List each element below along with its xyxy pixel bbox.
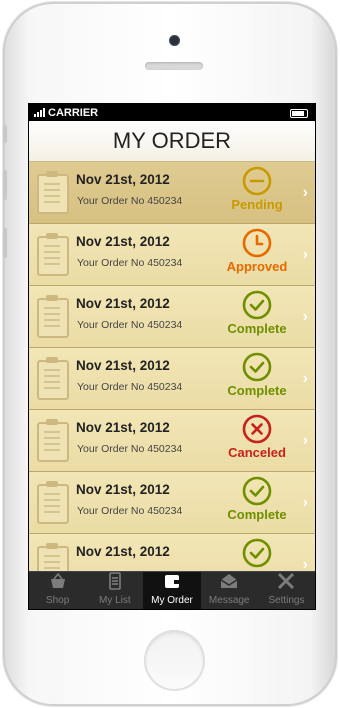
- clipboard-icon: [37, 233, 69, 276]
- document-icon: [105, 572, 125, 595]
- chevron-right-icon: ›: [302, 432, 308, 449]
- basket-icon: [48, 572, 68, 595]
- status-label: Pending: [231, 197, 283, 212]
- clock-icon: [221, 228, 293, 258]
- minus-circle-icon: [221, 166, 293, 196]
- check-circle-icon: [221, 290, 293, 320]
- tab-label: My List: [98, 595, 131, 606]
- order-status: [221, 538, 293, 573]
- chevron-right-icon: ›: [302, 494, 308, 511]
- order-status: Canceled: [221, 414, 293, 468]
- order-row[interactable]: Nov 21st, 2012 Your Order No 450234 Cancel…: [29, 410, 315, 472]
- volume-up-button: [3, 170, 7, 200]
- order-row[interactable]: Nov 21st, 2012 Your Order No 450234 Comple…: [29, 286, 315, 348]
- status-bar: CARRIER: [29, 104, 315, 121]
- page-title-bar: MY ORDER: [29, 121, 315, 162]
- order-date: Nov 21st, 2012: [76, 482, 170, 497]
- check-circle-icon: [221, 476, 293, 506]
- clipboard-icon: [37, 543, 69, 573]
- tab-shop[interactable]: Shop: [29, 572, 86, 609]
- order-row[interactable]: Nov 21st, 2012 Your Order No 450234 Pendin…: [29, 162, 315, 224]
- clipboard-icon: [37, 295, 69, 338]
- order-number: Your Order No 450234: [77, 257, 183, 269]
- tab-label: Message: [208, 595, 250, 606]
- chevron-right-icon: ›: [302, 184, 308, 201]
- order-status: Pending: [221, 166, 293, 220]
- tab-settings[interactable]: Settings: [258, 572, 315, 609]
- tab-my-order[interactable]: My Order: [143, 572, 201, 609]
- order-row[interactable]: Nov 21st, 2012 ›: [29, 534, 315, 573]
- order-status: Complete: [221, 290, 293, 344]
- check-circle-icon: [221, 352, 293, 382]
- order-number: Your Order No 450234: [77, 319, 183, 331]
- x-circle-icon: [221, 414, 293, 444]
- tab-bar: Shop My List My Order Message Settings: [29, 571, 315, 609]
- tab-label: Shop: [45, 595, 70, 606]
- tab-message[interactable]: Message: [201, 572, 258, 609]
- mute-switch: [3, 125, 7, 143]
- status-label: Canceled: [228, 445, 286, 460]
- order-status: Complete: [221, 476, 293, 530]
- order-date: Nov 21st, 2012: [76, 544, 170, 559]
- volume-down-button: [3, 228, 7, 258]
- carrier-label: CARRIER: [48, 106, 99, 119]
- status-label: Complete: [227, 321, 287, 336]
- envelope-icon: [219, 572, 239, 595]
- tools-icon: [276, 572, 296, 595]
- chevron-right-icon: ›: [302, 370, 308, 387]
- order-number: Your Order No 450234: [77, 443, 183, 455]
- order-row[interactable]: Nov 21st, 2012 Your Order No 450234 Comple…: [29, 348, 315, 410]
- battery-icon: [290, 109, 308, 118]
- app-screen: CARRIER MY ORDER Nov 21st, 2012 Your Orde…: [28, 103, 316, 610]
- earpiece-speaker: [145, 62, 203, 70]
- order-status: Approved: [221, 228, 293, 282]
- clipboard-icon: [37, 171, 69, 214]
- home-button[interactable]: [144, 630, 205, 691]
- clipboard-icon: [37, 419, 69, 462]
- tab-label: My Order: [151, 595, 193, 606]
- order-number: Your Order No 450234: [77, 505, 183, 517]
- clipboard-icon: [37, 481, 69, 524]
- tab-label: Settings: [268, 595, 305, 606]
- tab-my-list[interactable]: My List: [86, 572, 143, 609]
- order-date: Nov 21st, 2012: [76, 358, 170, 373]
- front-camera: [169, 35, 180, 46]
- order-date: Nov 21st, 2012: [76, 420, 170, 435]
- status-label: Complete: [227, 507, 287, 522]
- order-date: Nov 21st, 2012: [76, 296, 170, 311]
- page-title: MY ORDER: [112, 128, 232, 153]
- order-list: Nov 21st, 2012 Your Order No 450234 Pendin…: [29, 162, 315, 573]
- signal-icon: [34, 108, 45, 117]
- chevron-right-icon: ›: [302, 308, 308, 325]
- status-label: Complete: [227, 383, 287, 398]
- order-status: Complete: [221, 352, 293, 406]
- chevron-right-icon: ›: [302, 246, 308, 263]
- order-number: Your Order No 450234: [77, 381, 183, 393]
- order-number: Your Order No 450234: [77, 195, 183, 207]
- clipboard-icon: [37, 357, 69, 400]
- order-row[interactable]: Nov 21st, 2012 Your Order No 450234 Approv…: [29, 224, 315, 286]
- order-date: Nov 21st, 2012: [76, 172, 170, 187]
- order-row[interactable]: Nov 21st, 2012 Your Order No 450234 Comple…: [29, 472, 315, 534]
- check-circle-icon: [221, 538, 293, 568]
- order-date: Nov 21st, 2012: [76, 234, 170, 249]
- wallet-icon: [162, 572, 182, 595]
- status-label: Approved: [226, 259, 288, 274]
